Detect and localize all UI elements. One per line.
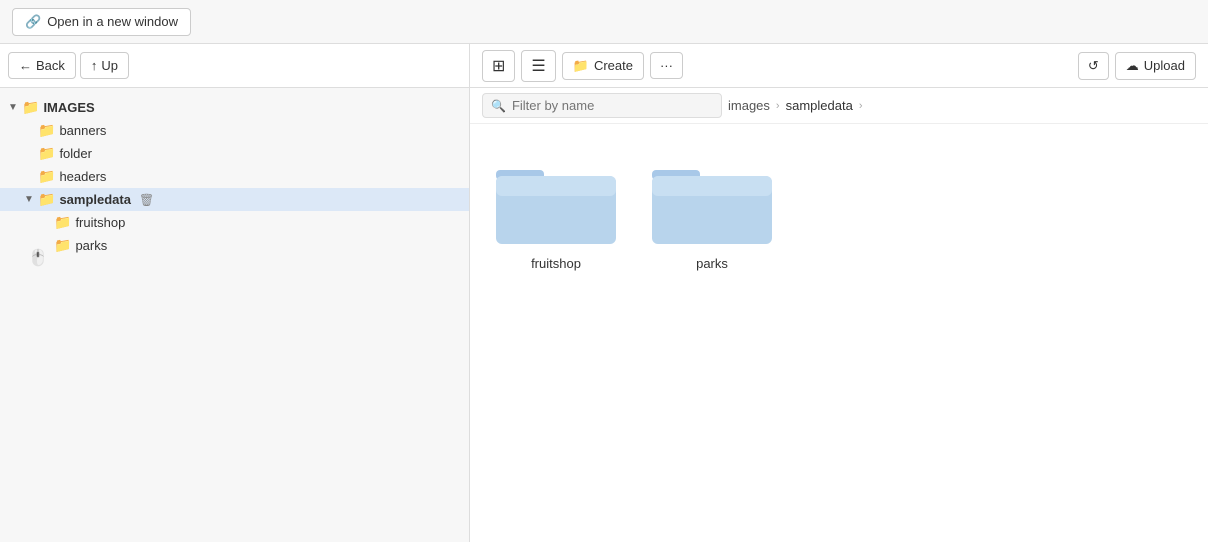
grid-view-icon: ⊞ bbox=[492, 56, 505, 76]
top-bar: 🔗 Open in a new window bbox=[0, 0, 1208, 44]
folder-closed-icon: 📁 bbox=[38, 145, 55, 162]
content-toolbar: ⊞ ☰ 📁 Create ··· ↺ ☁ Upload bbox=[470, 44, 1208, 88]
folder-closed-icon: 📁 bbox=[54, 237, 71, 254]
breadcrumb-end-chevron-icon: › bbox=[859, 100, 863, 112]
chevron-down-icon: ▼ bbox=[24, 194, 34, 205]
folder-name-parks: parks bbox=[696, 256, 728, 271]
breadcrumb-chevron-icon: › bbox=[776, 100, 780, 112]
tree-label-sampledata: sampledata bbox=[59, 192, 131, 207]
create-button[interactable]: 📁 Create bbox=[562, 52, 644, 80]
folder-closed-icon: 📁 bbox=[38, 168, 55, 185]
folder-item-parks[interactable]: parks bbox=[642, 140, 782, 279]
list-view-button[interactable]: ☰ bbox=[521, 50, 555, 82]
tree-item-folder[interactable]: 📁 folder bbox=[0, 142, 469, 165]
folder-closed-icon: 📁 bbox=[38, 122, 55, 139]
refresh-icon: ↺ bbox=[1088, 58, 1099, 74]
search-box[interactable]: 🔍 bbox=[482, 93, 722, 118]
back-arrow-icon: ← bbox=[19, 58, 32, 73]
sidebar-toolbar: ← Back ↑ Up bbox=[0, 44, 469, 88]
breadcrumb-bar: 🔍 images › sampledata › bbox=[470, 88, 1208, 124]
folder-closed-icon: 📁 bbox=[54, 214, 71, 231]
content-panel: ⊞ ☰ 📁 Create ··· ↺ ☁ Upload 🔍 bbox=[470, 44, 1208, 542]
refresh-button[interactable]: ↺ bbox=[1078, 52, 1109, 80]
search-input[interactable] bbox=[512, 98, 713, 113]
search-icon: 🔍 bbox=[491, 99, 506, 113]
tree-item-sampledata[interactable]: ▼ 📁 sampledata 🗑 bbox=[0, 188, 469, 211]
upload-button[interactable]: ☁ Upload bbox=[1115, 52, 1196, 80]
tree-label-banners: banners bbox=[59, 123, 106, 138]
file-tree: ▼ 📁 IMAGES 📁 banners 📁 folder 📁 headers bbox=[0, 88, 469, 542]
more-options-button[interactable]: ··· bbox=[650, 52, 683, 79]
upload-label: Upload bbox=[1144, 58, 1185, 73]
folder-open-icon: 📁 bbox=[22, 99, 39, 116]
folder-svg-parks bbox=[647, 148, 777, 248]
delete-icon[interactable]: 🗑 bbox=[139, 193, 154, 207]
breadcrumb-images[interactable]: images bbox=[728, 98, 770, 113]
open-new-window-label: Open in a new window bbox=[47, 14, 178, 29]
folder-name-fruitshop: fruitshop bbox=[531, 256, 581, 271]
upload-icon: ☁ bbox=[1126, 58, 1139, 74]
tree-label-parks: parks bbox=[75, 238, 107, 253]
create-folder-icon: 📁 bbox=[573, 58, 589, 74]
tree-item-fruitshop[interactable]: 📁 fruitshop bbox=[0, 211, 469, 234]
back-button[interactable]: ← Back bbox=[8, 52, 76, 79]
tree-label-images: IMAGES bbox=[43, 100, 94, 115]
up-arrow-icon: ↑ bbox=[91, 58, 98, 73]
folder-open-icon: 📁 bbox=[38, 191, 55, 208]
open-new-window-button[interactable]: 🔗 Open in a new window bbox=[12, 8, 191, 36]
tree-item-banners[interactable]: 📁 banners bbox=[0, 119, 469, 142]
sidebar: ← Back ↑ Up ▼ 📁 IMAGES 📁 banners bbox=[0, 44, 470, 542]
list-view-icon: ☰ bbox=[531, 56, 545, 76]
tree-label-folder: folder bbox=[59, 146, 92, 161]
tree-item-headers[interactable]: 📁 headers bbox=[0, 165, 469, 188]
external-link-icon: 🔗 bbox=[25, 14, 41, 30]
create-label: Create bbox=[594, 58, 633, 73]
more-icon: ··· bbox=[660, 58, 673, 73]
tree-label-headers: headers bbox=[59, 169, 106, 184]
tree-item-images[interactable]: ▼ 📁 IMAGES bbox=[0, 96, 469, 119]
main-layout: ← Back ↑ Up ▼ 📁 IMAGES 📁 banners bbox=[0, 44, 1208, 542]
up-button[interactable]: ↑ Up bbox=[80, 52, 129, 79]
chevron-down-icon: ▼ bbox=[8, 102, 18, 113]
grid-view-button[interactable]: ⊞ bbox=[482, 50, 515, 82]
tree-label-fruitshop: fruitshop bbox=[75, 215, 125, 230]
back-label: Back bbox=[36, 58, 65, 73]
breadcrumb-sampledata[interactable]: sampledata bbox=[786, 98, 853, 113]
up-label: Up bbox=[101, 58, 118, 73]
content-area: fruitshop parks bbox=[470, 124, 1208, 542]
folder-item-fruitshop[interactable]: fruitshop bbox=[486, 140, 626, 279]
folder-svg-fruitshop bbox=[491, 148, 621, 248]
tree-item-parks[interactable]: 📁 parks 🖱️ bbox=[0, 234, 469, 257]
